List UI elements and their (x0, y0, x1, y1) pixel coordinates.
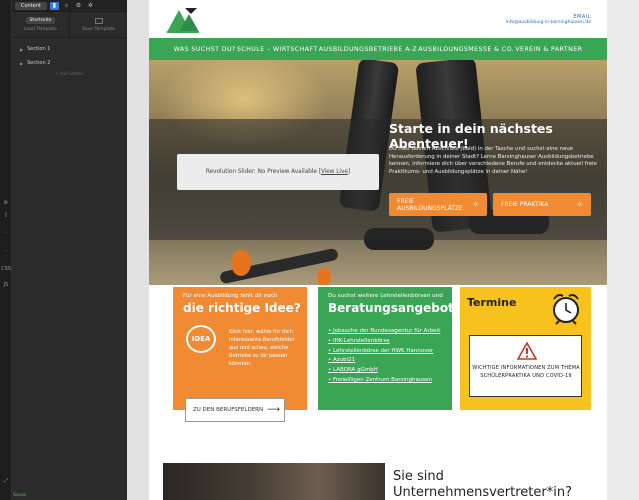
save-template[interactable]: Save Template (69, 12, 127, 37)
card-events: Termine WICHTIGE INFORMATIONEN ZUM THEMA… (460, 287, 591, 410)
layout-icon[interactable]: ▮ (49, 1, 59, 10)
resource-link[interactable]: LABORA gGmbH (328, 366, 440, 376)
starter-button[interactable]: Startseite (25, 17, 56, 24)
nav-item-was-suchst-du[interactable]: WAS SUCHST DU? (174, 46, 236, 53)
free-apprenticeships-button[interactable]: FREIE AUSBILDUNGSPLÄTZE ✧ (389, 193, 487, 216)
left-rail: ⚙ ▯ · · CSS JS ⤢ (0, 0, 12, 500)
section-heading: Sie sind Unternehmensvertreter*in? (393, 469, 572, 500)
card-career-idea: Für eine Ausbildung fehlt dir noch die r… (173, 287, 307, 410)
warning-icon (517, 342, 537, 360)
settings-icon[interactable]: ✲ (86, 2, 95, 10)
save-template-icon (94, 17, 103, 24)
resource-links: Jobsuche der Bundesagentur für Arbeit IH… (328, 327, 440, 386)
heading-line: Unternehmensvertreter*in? (393, 485, 572, 500)
hero-wheel (317, 268, 331, 285)
view-live-link[interactable]: View Live (321, 169, 348, 175)
add-section-button[interactable]: + Add Section (12, 71, 127, 76)
load-template-label: Load Template (24, 27, 57, 32)
resource-link[interactable]: Freiwilligen Zentrum Barsinghausen (328, 376, 440, 386)
free-internships-button[interactable]: FREIE PRAKTIKA ✧ (493, 193, 591, 216)
site-header: EMAIL info@ausbildung-in-barsinghausen.d… (149, 0, 607, 38)
email-link[interactable]: info@ausbildung-in-barsinghausen.de (506, 20, 591, 25)
website-canvas: EMAIL info@ausbildung-in-barsinghausen.d… (149, 0, 607, 500)
gear-icon[interactable]: ⚙ (74, 2, 83, 10)
section-label: Section 2 (27, 60, 51, 66)
nav-item-ausbildungsbetriebe[interactable]: AUSBILDUNGSBETRIEBE A-Z (319, 46, 417, 53)
slider-text: Revolution Slider: No Preview Available (205, 169, 317, 175)
resource-link[interactable]: Lehrstellenbörse der HWK Hannover (328, 347, 440, 357)
feature-cards: Für eine Ausbildung fehlt dir noch die r… (173, 287, 591, 410)
arrow-right-icon: ⟶ (267, 405, 281, 415)
alarm-clock-icon (553, 294, 579, 325)
sparkle-icon: ✧ (576, 200, 583, 209)
sparkle-icon: ✧ (472, 200, 479, 209)
page-scrollbar[interactable] (607, 0, 639, 500)
app-root: ⚙ ▯ · · CSS JS ⤢ Content ▮ ⌕ ⚙ ✲ Startse… (0, 0, 639, 500)
card-title: Beratungsangebote? (328, 301, 469, 315)
load-template[interactable]: Startseite Load Template (12, 12, 69, 37)
resource-link[interactable]: IHK-Lehrstellenbörse (328, 337, 440, 347)
device-icon[interactable]: ▯ (0, 212, 12, 218)
heading-line: Sie sind (393, 469, 444, 484)
nav-item-verein-partner[interactable]: VEREIN & PARTNER (515, 46, 582, 53)
main-nav: WAS SUCHST DU? SCHULE – WIRTSCHAFT AUSBI… (149, 38, 607, 60)
btn-label: FREIE AUSBILDUNGSPLÄTZE (397, 197, 463, 212)
card-text: Klick hier, wähle für dich interessante … (229, 329, 295, 367)
save-template-label: Save Template (81, 26, 115, 32)
card-title: die richtige Idee? (183, 301, 301, 315)
editor-panel: Content ▮ ⌕ ⚙ ✲ Startseite Load Template… (12, 0, 127, 500)
hero-body: Du hast deinen Abschluss (bald) in der T… (389, 146, 597, 175)
nav-item-ausbildungsmesse[interactable]: AUSBILDUNGSMESSE & CO. (418, 46, 514, 53)
resource-link[interactable]: Jobsuche der Bundesagentur für Arbeit (328, 327, 440, 337)
slider-placeholder: Revolution Slider: No Preview Available … (177, 154, 379, 190)
rail-css-label[interactable]: CSS (0, 266, 12, 272)
settings-icon[interactable]: ⚙ (0, 200, 12, 206)
template-row: Startseite Load Template Save Template (12, 12, 127, 38)
canvas-gutter (127, 0, 149, 500)
covid-info-box[interactable]: WICHTIGE INFORMATIONEN ZUM THEMA SCHÜLER… (469, 335, 582, 397)
card-counseling: Du suchst weitere Lehrstellenbörsen und … (318, 287, 469, 410)
card-subtitle: Für eine Ausbildung fehlt dir noch (183, 293, 278, 299)
caret-right-icon[interactable]: ▶ (20, 47, 23, 52)
bottom-status: Saves (13, 493, 27, 498)
panel-toolbar: Content ▮ ⌕ ⚙ ✲ (12, 0, 127, 12)
btn-label: FREIE PRAKTIKA (501, 201, 549, 208)
caret-right-icon[interactable]: ▶ (20, 61, 23, 66)
btn-label: ZU DEN BERUFSFELDERN (193, 407, 264, 413)
business-image (163, 463, 385, 500)
rail-expand-icon[interactable]: ⤢ (0, 478, 12, 484)
rail-item-a[interactable]: · (0, 230, 12, 236)
search-icon[interactable]: ⌕ (62, 2, 71, 10)
info-text: WICHTIGE INFORMATIONEN ZUM THEMA SCHÜLER… (472, 365, 580, 379)
section-item[interactable]: ▶ Section 1 (12, 42, 127, 56)
career-fields-button[interactable]: ZU DEN BERUFSFELDERN ⟶ (185, 398, 285, 422)
nav-item-schule-wirtschaft[interactable]: SCHULE – WIRTSCHAFT (237, 46, 318, 53)
resource-link[interactable]: Azubi21 (328, 356, 440, 366)
logo[interactable] (165, 4, 205, 34)
hero-wheel (231, 250, 251, 276)
idea-bulb-icon: IDEA (186, 325, 216, 353)
section-item[interactable]: ▶ Section 2 (12, 56, 127, 70)
card-title: Termine (467, 296, 517, 309)
tab-content[interactable]: Content (15, 1, 47, 10)
rail-js-label[interactable]: JS (0, 282, 12, 288)
card-subtitle: Du suchst weitere Lehrstellenbörsen und (328, 293, 443, 299)
section-label: Section 1 (27, 46, 51, 52)
rail-item-b[interactable]: · (0, 248, 12, 254)
